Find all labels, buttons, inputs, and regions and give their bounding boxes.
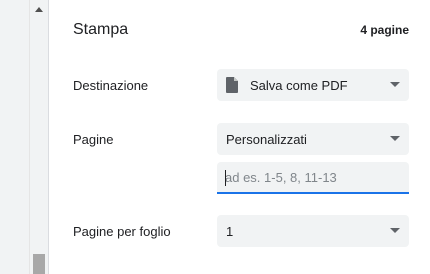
- sheet-count: 4 pagine: [360, 23, 409, 37]
- pages-label: Pagine: [73, 132, 114, 147]
- page-title: Stampa: [73, 21, 129, 38]
- scroll-up-arrow-icon[interactable]: [30, 2, 48, 16]
- destination-select[interactable]: Salva come PDF: [217, 69, 409, 101]
- chevron-down-icon: [390, 228, 400, 233]
- document-icon: [226, 77, 238, 93]
- pages-per-sheet-value: 1: [226, 223, 234, 239]
- scrollbar-thumb[interactable]: [33, 254, 45, 274]
- scrollbar[interactable]: [29, 0, 49, 274]
- destination-value: Salva come PDF: [250, 77, 348, 93]
- pages-select[interactable]: Personalizzati: [217, 123, 409, 155]
- pages-per-sheet-select[interactable]: 1: [217, 215, 409, 247]
- chevron-down-icon: [390, 82, 400, 87]
- custom-pages-input[interactable]: [217, 162, 409, 194]
- pages-per-sheet-label: Pagine per foglio: [73, 224, 171, 239]
- chevron-down-icon: [390, 136, 400, 141]
- destination-label: Destinazione: [73, 78, 149, 93]
- pages-value: Personalizzati: [226, 131, 307, 147]
- left-background-strip: [0, 0, 29, 274]
- text-cursor: [225, 170, 226, 186]
- print-settings-panel: Stampa 4 pagine Destinazione Salva come …: [49, 0, 430, 274]
